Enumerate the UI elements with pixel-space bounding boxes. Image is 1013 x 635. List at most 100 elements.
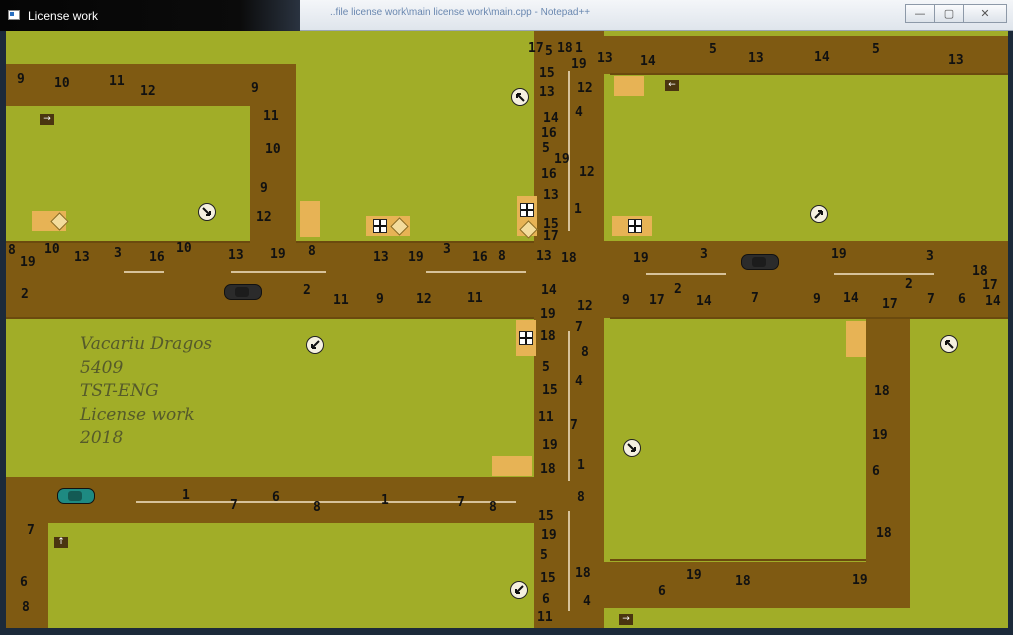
- road-number-label: 14: [640, 54, 656, 69]
- road-number-label: 7: [751, 291, 759, 306]
- no-turn-sign-icon: [940, 335, 958, 353]
- road-number-label: 16: [541, 167, 557, 182]
- road-number-label: 7: [27, 523, 35, 538]
- no-turn-sign-icon: [511, 88, 529, 106]
- info-year: 2018: [80, 428, 124, 448]
- window-title: License work: [28, 9, 99, 23]
- road-number-label: 13: [536, 249, 552, 264]
- road-number-label: 7: [230, 498, 238, 513]
- road-number-label: 19: [20, 255, 36, 270]
- road-number-label: 8: [313, 500, 321, 515]
- direction-arrow-icon: ↑: [54, 537, 68, 548]
- road-number-label: 9: [622, 293, 630, 308]
- road-number-label: 6: [542, 592, 550, 607]
- info-block: Vacariu Dragos 5409 TST-ENG License work…: [80, 333, 212, 451]
- road-number-label: 19: [872, 428, 888, 443]
- road-number-label: 15: [538, 509, 554, 524]
- road-number-label: 2: [905, 277, 913, 292]
- game-canvas[interactable]: → ← ↑ → Vacariu Dragos 5409 TST-ENG Lice…: [6, 31, 1008, 628]
- road-number-label: 18: [540, 462, 556, 477]
- road-number-label: 13: [74, 250, 90, 265]
- road-number-label: 18: [540, 329, 556, 344]
- road-number-label: 14: [696, 294, 712, 309]
- no-turn-sign-icon: [510, 581, 528, 599]
- no-turn-sign-icon: [198, 203, 216, 221]
- close-button[interactable]: ✕: [963, 4, 1007, 23]
- road-number-label: 18: [972, 264, 988, 279]
- road-number-label: 5: [709, 42, 717, 57]
- road-number-label: 13: [948, 53, 964, 68]
- road-number-label: 19: [686, 568, 702, 583]
- road-number-label: 18: [735, 574, 751, 589]
- road-number-label: 7: [927, 292, 935, 307]
- road-number-label: 18: [557, 41, 573, 56]
- road-number-label: 1: [182, 488, 190, 503]
- road-number-label: 11: [538, 410, 554, 425]
- road-number-label: 18: [874, 384, 890, 399]
- direction-arrow-icon: →: [40, 114, 54, 125]
- road-number-label: 10: [265, 142, 281, 157]
- sign-post: [300, 201, 320, 237]
- road-number-label: 17: [982, 278, 998, 293]
- road-number-label: 14: [543, 111, 559, 126]
- road-number-label: 6: [20, 575, 28, 590]
- road-number-label: 4: [583, 594, 591, 609]
- window-controls: — ▢ ✕: [905, 4, 1007, 23]
- info-author: Vacariu Dragos: [80, 334, 213, 354]
- road-number-label: 9: [813, 292, 821, 307]
- road-number-label: 11: [467, 291, 483, 306]
- road-number-label: 17: [649, 293, 665, 308]
- road-number-label: 7: [570, 418, 578, 433]
- maximize-button[interactable]: ▢: [934, 4, 964, 23]
- road-number-label: 3: [926, 249, 934, 264]
- road-number-label: 13: [539, 85, 555, 100]
- road-number-label: 5: [542, 141, 550, 156]
- road-number-label: 10: [44, 242, 60, 257]
- road-number-label: 3: [114, 246, 122, 261]
- info-program: TST-ENG: [80, 381, 159, 401]
- road-number-label: 7: [457, 495, 465, 510]
- road-number-label: 8: [308, 244, 316, 259]
- road-number-label: 6: [658, 584, 666, 599]
- road-number-label: 5: [545, 44, 553, 59]
- road-number-label: 12: [416, 292, 432, 307]
- road-number-label: 15: [539, 66, 555, 81]
- road-vertical-right: [866, 318, 910, 608]
- road-number-label: 19: [408, 250, 424, 265]
- road-number-label: 2: [21, 287, 29, 302]
- background-window-title: ..file license work\main license work\ma…: [330, 7, 591, 18]
- road-number-label: 11: [263, 109, 279, 124]
- road-number-label: 9: [17, 72, 25, 87]
- road-number-label: 4: [575, 374, 583, 389]
- road-number-label: 16: [472, 250, 488, 265]
- road-number-label: 19: [542, 438, 558, 453]
- road-number-label: 1: [575, 41, 583, 56]
- info-project: License work: [80, 404, 195, 425]
- road-number-label: 13: [543, 188, 559, 203]
- road-number-label: 18: [575, 566, 591, 581]
- road-number-label: 18: [876, 526, 892, 541]
- crossing-sign-icon: [519, 331, 533, 345]
- direction-arrow-icon: ←: [665, 80, 679, 91]
- road-number-label: 5: [540, 548, 548, 563]
- road-number-label: 5: [542, 360, 550, 375]
- car-teal: [57, 488, 95, 504]
- road-number-label: 11: [109, 74, 125, 89]
- road-number-label: 6: [872, 464, 880, 479]
- sign-post: [492, 456, 532, 476]
- road-number-label: 11: [537, 610, 553, 625]
- road-number-label: 13: [597, 51, 613, 66]
- road-number-label: 18: [561, 251, 577, 266]
- road-number-label: 6: [958, 292, 966, 307]
- crossing-sign-icon: [628, 219, 642, 233]
- road-number-label: 8: [8, 243, 16, 258]
- road-number-label: 9: [260, 181, 268, 196]
- road-number-label: 7: [575, 320, 583, 335]
- road-number-label: 13: [228, 248, 244, 263]
- road-number-label: 13: [373, 250, 389, 265]
- road-number-label: 19: [852, 573, 868, 588]
- road-number-label: 4: [575, 105, 583, 120]
- road-number-label: 17: [543, 229, 559, 244]
- minimize-button[interactable]: —: [905, 4, 935, 23]
- road-number-label: 10: [54, 76, 70, 91]
